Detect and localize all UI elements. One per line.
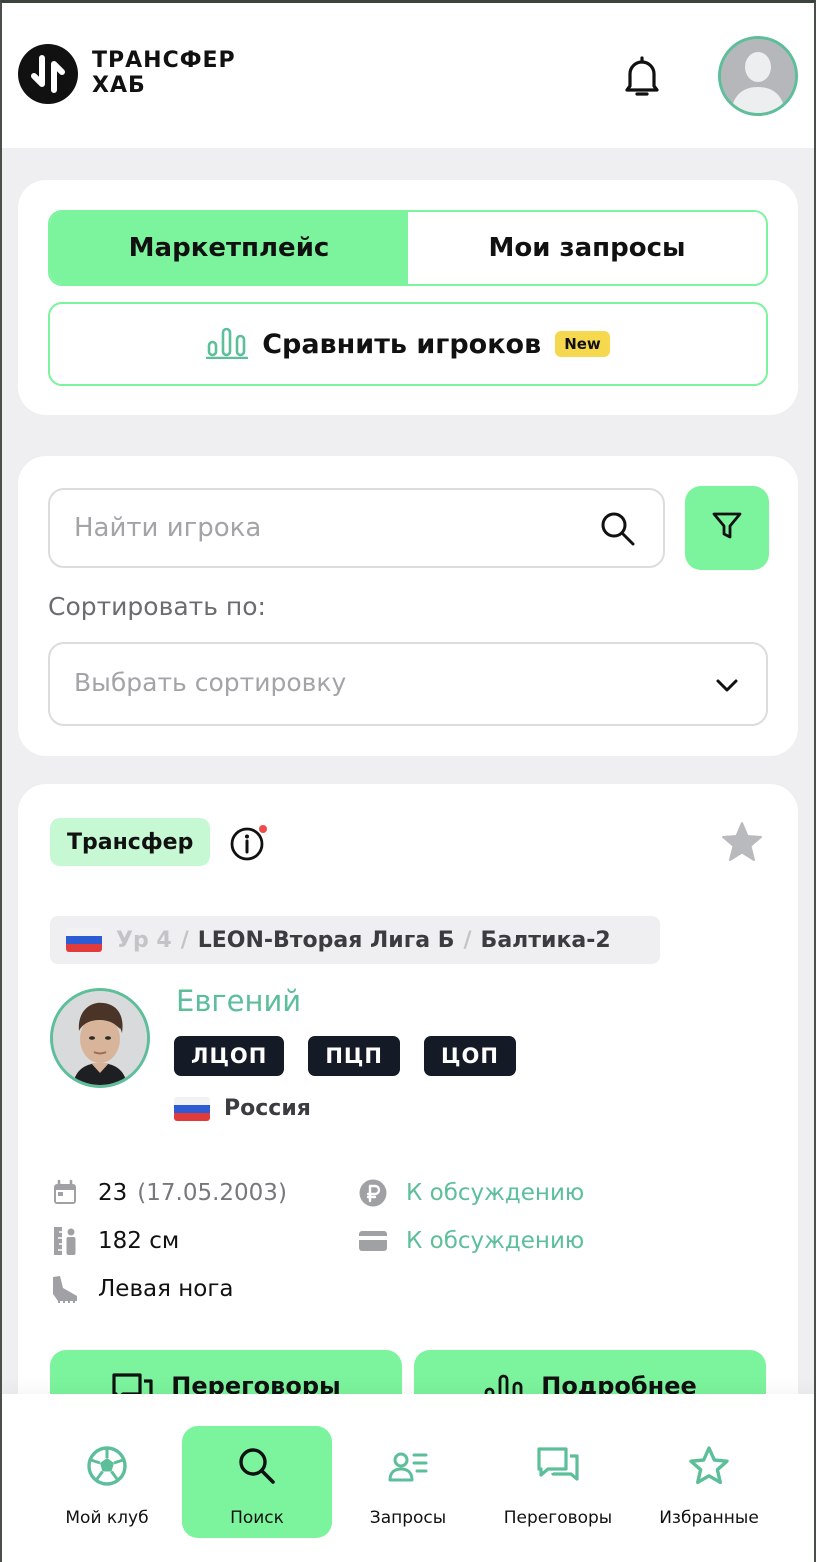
foot-value: Левая нога: [98, 1276, 234, 1302]
league-breadcrumb: Ур 4 / LEON-Вторая Лига Б / Балтика-2: [50, 916, 660, 964]
sort-label: Сортировать по:: [48, 592, 266, 621]
club-name: Балтика-2: [480, 927, 611, 953]
chat-icon: [536, 1444, 580, 1488]
app-header: ТРАНСФЕР ХАБ: [0, 0, 816, 148]
player-card[interactable]: Трансфер Ур 4 / LEON-Вторая Лига Б / Бал…: [18, 784, 798, 1430]
sort-select[interactable]: Выбрать сортировку: [48, 642, 768, 726]
nav-my-club[interactable]: Мой клуб: [32, 1426, 182, 1538]
logo-line-1: ТРАНСФЕР: [92, 48, 236, 73]
view-tabs: Маркетплейс Мои запросы: [48, 210, 768, 286]
position-badge: ЛЦОП: [174, 1036, 285, 1076]
search-icon: [235, 1444, 279, 1488]
nav-label: Мой клуб: [65, 1508, 149, 1528]
salary-stat: К обсуждению: [358, 1226, 584, 1256]
logo-text: ТРАНСФЕР ХАБ: [92, 48, 236, 98]
league-name: LEON-Вторая Лига Б: [197, 927, 455, 953]
price-value[interactable]: К обсуждению: [406, 1180, 584, 1206]
russia-flag-icon: [66, 928, 102, 952]
filter-button[interactable]: [685, 486, 769, 570]
search-box: [48, 488, 665, 568]
compare-players-label: Сравнить игроков: [262, 328, 542, 360]
player-name[interactable]: Евгений: [176, 984, 301, 1018]
logo-line-2: ХАБ: [92, 73, 146, 98]
height-icon: [50, 1226, 80, 1256]
credit-card-icon: [358, 1226, 388, 1256]
tab-my-requests[interactable]: Мои запросы: [408, 212, 766, 284]
position-badge: ЦОП: [424, 1036, 516, 1076]
breadcrumb-separator: /: [463, 927, 472, 953]
tab-marketplace[interactable]: Маркетплейс: [50, 212, 408, 284]
nav-search[interactable]: Поиск: [182, 1426, 332, 1538]
country-name: Россия: [224, 1096, 311, 1121]
foot-stat: Левая нога: [50, 1274, 234, 1304]
favorite-star-icon[interactable]: [720, 820, 764, 864]
nav-negotiations[interactable]: Переговоры: [483, 1426, 633, 1538]
breadcrumb-separator: /: [180, 927, 189, 953]
sort-value: Выбрать сортировку: [74, 668, 347, 697]
filter-icon: [710, 509, 744, 547]
bar-chart-icon: [205, 325, 249, 363]
marketplace-switch-card: Маркетплейс Мои запросы Сравнить игроков…: [18, 180, 798, 415]
birthdate-value: (17.05.2003): [137, 1180, 287, 1206]
russia-flag-icon: [174, 1096, 210, 1121]
nav-label: Запросы: [369, 1508, 447, 1528]
bell-icon[interactable]: [620, 52, 664, 100]
search-icon[interactable]: [598, 509, 638, 549]
logo-icon[interactable]: [18, 44, 78, 104]
price-stat: К обсуждению: [358, 1178, 584, 1208]
player-country: Россия: [174, 1096, 311, 1121]
height-value: 182 см: [98, 1228, 180, 1254]
new-badge: New: [555, 331, 610, 357]
deal-type-badge: Трансфер: [50, 818, 211, 866]
player-photo: [50, 988, 150, 1088]
calendar-icon: [50, 1178, 80, 1208]
nav-requests[interactable]: Запросы: [333, 1426, 483, 1538]
age-stat: 23 (17.05.2003): [50, 1178, 287, 1208]
nav-label: Избранные: [659, 1508, 759, 1528]
boot-icon: [50, 1274, 80, 1304]
height-stat: 182 см: [50, 1226, 179, 1256]
requests-icon: [386, 1444, 430, 1488]
search-sort-card: Сортировать по: Выбрать сортировку: [18, 456, 798, 756]
compare-players-button[interactable]: Сравнить игроков New: [48, 302, 768, 386]
search-input[interactable]: [74, 490, 574, 566]
ruble-icon: [358, 1178, 388, 1208]
nav-label: Поиск: [230, 1508, 284, 1528]
info-icon[interactable]: [230, 824, 268, 862]
nav-favorites[interactable]: Избранные: [634, 1426, 784, 1538]
nav-label: Переговоры: [503, 1508, 613, 1528]
chevron-down-icon: [712, 670, 742, 700]
level-label: Ур 4: [116, 927, 172, 953]
position-badge: ПЦП: [308, 1036, 400, 1076]
salary-value[interactable]: К обсуждению: [406, 1228, 584, 1254]
star-icon: [687, 1444, 731, 1488]
positions-row: ЛЦОП ПЦП ЦОП: [174, 1036, 516, 1076]
age-value: 23: [98, 1180, 128, 1206]
football-icon: [85, 1444, 129, 1488]
bottom-navigation: Мой клуб Поиск Запросы Переговоры Избран…: [0, 1394, 816, 1562]
user-avatar[interactable]: [718, 36, 798, 116]
